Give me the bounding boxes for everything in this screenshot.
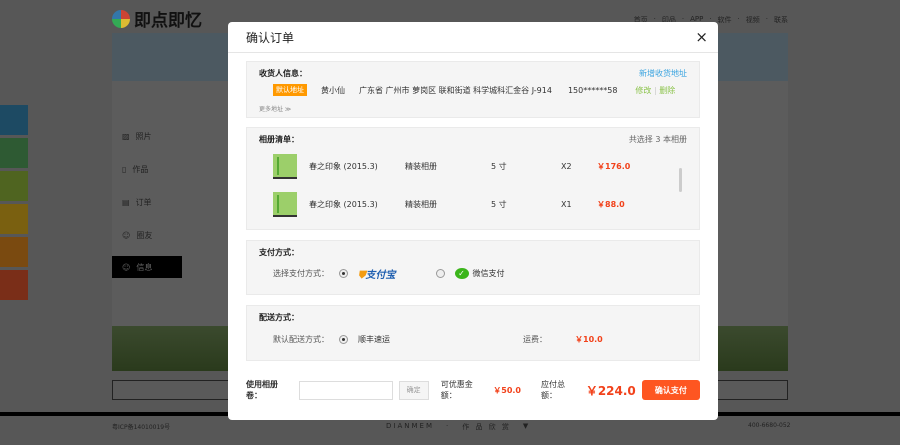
total-label: 应付总额： (541, 380, 566, 400)
wechat-label: 微信支付 (472, 269, 505, 278)
friends-icon: ☺ (122, 231, 131, 240)
receiver-name: 黄小仙 (321, 85, 345, 95)
shipping-fee-label: 运费： (523, 335, 547, 344)
account-menu: ▨ 照片 ▯ 作品 ▤ 订单 ☺ 圈友 ☺ 信息 (112, 120, 182, 278)
user-icon: ☺ (122, 262, 131, 272)
book-icon: ▯ (122, 165, 127, 174)
receiver-section: 收货人信息： 新增收货地址 默认地址 黄小仙 广东省 广州市 萝岗区 联和街道 … (246, 61, 700, 118)
coupon-input[interactable] (298, 380, 393, 400)
album-type: 精装相册 (405, 200, 437, 209)
confirm-pay-button[interactable]: 确认支付 (641, 380, 700, 400)
nav-video[interactable]: 视频 (746, 15, 760, 25)
menu-info[interactable]: ☺ 信息 (112, 256, 182, 278)
section-title: 收货人信息： (259, 69, 307, 78)
confirm-order-modal: 确认订单 × 收货人信息： 新增收货地址 默认地址 黄小仙 广东省 广州市 萝岗区… (228, 22, 718, 420)
delivery-section: 配送方式： 默认配送方式： 顺丰速运 运费： ￥10.0 (246, 305, 700, 361)
albums-summary: 共选择 3 本相册 (628, 135, 687, 144)
wechat-icon: ✓ (454, 268, 469, 279)
footer-phone: 400-6680-052 (748, 422, 791, 429)
album-thumbnail (273, 192, 297, 217)
payment-section: 支付方式： 选择支付方式： ⛊支付宝 ✓ 微信支付 (246, 240, 700, 295)
delivery-method: 顺丰速运 (358, 335, 390, 344)
order-icon: ▤ (122, 198, 130, 207)
side-works-button[interactable] (0, 171, 28, 201)
section-title: 配送方式： (259, 313, 299, 322)
album-name: 春之印象 (2015.3) (309, 200, 378, 209)
default-address-badge: 默认地址 (273, 84, 307, 96)
delivery-radio[interactable] (339, 335, 348, 344)
album-name: 春之印象 (2015.3) (309, 162, 378, 171)
shipping-fee: ￥10.0 (575, 335, 603, 344)
discount-label: 可优惠金额： (440, 380, 473, 400)
side-info-button[interactable] (0, 270, 28, 300)
alipay-logo: ⛊支付宝 (358, 270, 396, 281)
receiver-phone: 150******58 (567, 85, 618, 95)
side-menu-button[interactable] (0, 105, 28, 135)
more-addresses-link[interactable]: 更多地址 ≫ (259, 104, 291, 113)
menu-works[interactable]: ▯ 作品 (112, 153, 182, 186)
side-friends-button[interactable] (0, 237, 28, 267)
album-price: ￥88.0 (597, 200, 625, 209)
albums-section: 相册清单： 共选择 3 本相册 春之印象 (2015.3) 精装相册 5 寸 X2 ￥1… (246, 127, 700, 230)
edit-address-link[interactable]: 修改 (635, 86, 651, 95)
nav-software[interactable]: 软件 (718, 15, 732, 25)
alipay-radio[interactable] (339, 269, 348, 278)
wechat-radio[interactable] (435, 269, 445, 278)
logo-icon (112, 9, 130, 28)
payment-label: 选择支付方式： (273, 269, 329, 278)
nav-contact[interactable]: 联系 (774, 15, 788, 25)
coupon-label: 使用相册卷： (246, 380, 278, 400)
album-row: 春之印象 (2015.3) 精装相册 5 寸 X1 ￥88.0 (273, 192, 625, 217)
photo-icon: ▨ (122, 132, 130, 141)
album-size: 5 寸 (491, 162, 507, 171)
add-address-link[interactable]: 新增收货地址 (639, 68, 687, 79)
order-footer: 使用相册卷： 确定 可优惠金额： ￥50.0 应付总额： ￥224.0 确认支付 (246, 379, 700, 401)
coupon-confirm-button[interactable]: 确定 (398, 380, 429, 400)
section-title: 相册清单： (259, 135, 299, 144)
delete-address-link[interactable]: 删除 (659, 86, 675, 95)
close-icon[interactable]: × (695, 28, 708, 46)
footer-gallery-link[interactable]: 作 品 欣 赏 (462, 422, 511, 432)
icp-text: 粤ICP备14010019号 (112, 424, 171, 431)
total-amount: ￥224.0 (585, 383, 636, 398)
modal-title: 确认订单 (246, 30, 295, 45)
footer-center: DIANMEM · 作 品 欣 赏 ▼ (386, 422, 531, 432)
album-qty: X2 (561, 162, 572, 171)
menu-friends[interactable]: ☺ 圈友 (112, 219, 182, 252)
shield-icon: ⛊ (358, 270, 366, 281)
album-thumbnail (273, 154, 297, 179)
side-photos-button[interactable] (0, 138, 28, 168)
menu-photos[interactable]: ▨ 照片 (112, 120, 182, 153)
separator: | (653, 85, 657, 95)
delivery-label: 默认配送方式： (273, 335, 329, 344)
scrollbar[interactable] (679, 168, 682, 192)
receiver-address: 广东省 广州市 萝岗区 联和街道 科学城科汇金谷 J-914 (359, 85, 552, 95)
album-qty: X1 (561, 200, 572, 209)
album-size: 5 寸 (491, 200, 507, 209)
site-logo: 即点即忆 (112, 6, 202, 31)
album-price: ￥176.0 (597, 162, 631, 171)
side-orders-button[interactable] (0, 204, 28, 234)
album-type: 精装相册 (405, 162, 437, 171)
arrow-down-icon[interactable]: ▼ (523, 422, 530, 432)
section-title: 支付方式： (259, 248, 299, 257)
album-row: 春之印象 (2015.3) 精装相册 5 寸 X2 ￥176.0 (273, 154, 630, 179)
discount-amount: ￥50.0 (493, 385, 522, 395)
menu-orders[interactable]: ▤ 订单 (112, 186, 182, 219)
